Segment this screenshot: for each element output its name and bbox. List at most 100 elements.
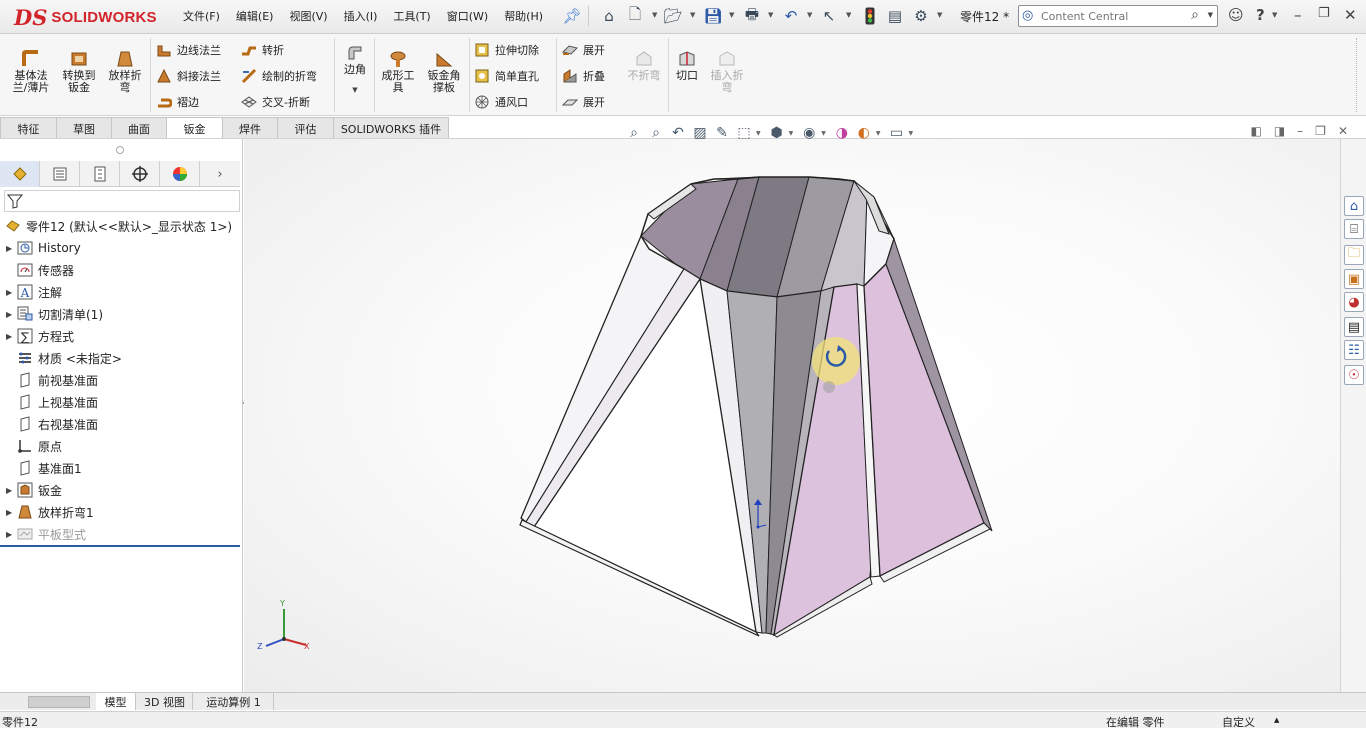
chevron-down-icon[interactable]: ▼ <box>876 130 881 137</box>
chevron-down-icon[interactable]: ▼ <box>652 11 657 19</box>
3d-content-central-icon[interactable]: ☉ <box>1344 365 1364 385</box>
pane-grip[interactable] <box>116 146 124 154</box>
tree-item-sensors[interactable]: 传感器 <box>0 259 74 281</box>
tree-item-annotations[interactable]: ▶ A 注解 <box>0 281 62 303</box>
forum-icon[interactable]: ☷ <box>1344 340 1364 360</box>
close-icon[interactable]: ✕ <box>1338 124 1348 138</box>
tree-item-sheet-metal[interactable]: ▶ 钣金 <box>0 479 62 501</box>
rip-button[interactable]: 切口 <box>672 48 702 82</box>
next-tile-icon[interactable]: ◨ <box>1274 124 1285 138</box>
expand-arrow-icon[interactable]: ▶ <box>6 486 16 495</box>
restore-icon[interactable]: ❐ <box>1318 6 1330 21</box>
sheet-metal-gusset-button[interactable]: 钣金角 撑板 <box>422 48 466 94</box>
custom-properties-icon[interactable]: ▤ <box>1344 317 1364 337</box>
graphics-area[interactable]: Y X Z <box>244 139 1340 692</box>
tab-solidworks-addins[interactable]: SOLIDWORKS 插件 <box>333 117 449 139</box>
search-box[interactable]: ◎ ⌕ ▼ <box>1018 5 1218 27</box>
rebuild-traffic-light-icon[interactable] <box>861 7 879 25</box>
hide-show-items-icon[interactable]: ◉ <box>799 123 819 143</box>
print-icon[interactable]: 🖶︎ <box>743 5 761 25</box>
miter-flange-button[interactable]: 斜接法兰 <box>155 67 221 85</box>
view-palette-icon[interactable]: ▣ <box>1344 269 1364 289</box>
forming-tool-button[interactable]: 成形工 具 <box>378 48 418 94</box>
tab-model[interactable]: 模型 <box>96 693 136 710</box>
lofted-bend-button[interactable]: 放样折 弯 <box>104 48 146 94</box>
tree-filter[interactable] <box>4 190 240 212</box>
solidworks-logo[interactable]: DS SOLIDWORKS <box>14 5 157 29</box>
user-icon[interactable]: ☺ <box>1228 6 1244 24</box>
menu-edit[interactable]: 编辑(E) <box>228 8 282 24</box>
expand-arrow-icon[interactable]: ▶ <box>6 244 16 253</box>
minimize-icon[interactable]: – <box>1297 124 1303 138</box>
expand-arrow-icon[interactable]: ▶ <box>6 530 16 539</box>
tree-item-material[interactable]: 材质 <未指定> <box>0 347 122 369</box>
menu-tools[interactable]: 工具(T) <box>385 8 438 24</box>
rollback-bar[interactable] <box>0 545 240 547</box>
help-icon[interactable]: ? <box>1256 6 1265 24</box>
resources-home-icon[interactable]: ⌂ <box>1344 196 1364 216</box>
expand-arrow-icon[interactable]: ▶ <box>6 332 16 341</box>
vent-button[interactable]: 通风口 <box>473 93 528 111</box>
tree-item-cut-list[interactable]: ▶ 切割清单(1) <box>0 303 103 325</box>
tab-features[interactable]: 特征 <box>0 117 57 139</box>
close-icon[interactable]: ✕ <box>1344 6 1357 24</box>
options-gear-icon[interactable]: ⚙ <box>912 7 930 25</box>
simple-hole-button[interactable]: 简单直孔 <box>473 67 539 85</box>
zoom-to-fit-icon[interactable]: ⌕ <box>624 123 644 143</box>
appearances-icon[interactable]: ◕ <box>1344 292 1364 312</box>
zoom-to-area-icon[interactable]: ⌕ <box>646 123 666 143</box>
fold-button[interactable]: 折叠 <box>561 67 605 85</box>
chevron-down-icon[interactable]: ▼ <box>690 11 695 19</box>
apply-scene-icon[interactable]: ◐ <box>854 123 874 143</box>
chevron-right-icon[interactable]: › <box>200 161 240 187</box>
base-flange-button[interactable]: 基体法 兰/薄片 <box>8 48 54 94</box>
tab-motion-study[interactable]: 运动算例 1 <box>194 693 274 710</box>
undo-icon[interactable]: ↶ <box>782 7 800 25</box>
lofted-sheet-metal-part[interactable] <box>519 176 993 638</box>
edge-flange-button[interactable]: 边线法兰 <box>155 41 221 59</box>
chevron-down-icon[interactable]: ▼ <box>937 11 942 19</box>
chevron-down-icon[interactable]: ▼ <box>768 11 773 19</box>
extruded-cut-button[interactable]: 拉伸切除 <box>473 41 539 59</box>
tree-item-right-plane[interactable]: 右视基准面 <box>0 413 98 435</box>
model-view[interactable] <box>244 139 1340 692</box>
tree-item-history[interactable]: ▶ History <box>0 237 81 259</box>
menu-window[interactable]: 窗口(W) <box>439 8 496 24</box>
file-properties-icon[interactable]: ▤ <box>886 7 904 25</box>
menu-view[interactable]: 视图(V) <box>281 8 335 24</box>
minimize-icon[interactable]: – <box>1294 6 1302 24</box>
chevron-down-icon[interactable]: ▼ <box>789 130 794 137</box>
menu-file[interactable]: 文件(F) <box>175 8 228 24</box>
tree-item-flat-pattern[interactable]: ▶ 平板型式 <box>0 523 86 545</box>
file-explorer-icon[interactable]: 🗀︎ <box>1344 245 1364 265</box>
view-orientation-icon[interactable]: ⬚ <box>734 123 754 143</box>
chevron-down-icon[interactable]: ▼ <box>1208 11 1213 19</box>
home-icon[interactable]: ⌂ <box>600 7 618 25</box>
tree-item-lofted-bend1[interactable]: ▶ 放样折弯1 <box>0 501 94 523</box>
expand-arrow-icon[interactable]: ▶ <box>6 508 16 517</box>
tree-item-plane1[interactable]: 基准面1 <box>0 457 82 479</box>
tab-3d-views[interactable]: 3D 视图 <box>137 693 193 710</box>
no-bends-button[interactable]: 不折弯 <box>622 48 666 82</box>
section-view-icon[interactable]: ▨ <box>690 123 710 143</box>
display-style-icon[interactable]: ⬢ <box>767 123 787 143</box>
sketched-bend-button[interactable]: 绘制的折弯 <box>240 67 317 85</box>
tree-item-equations[interactable]: ▶ ∑ 方程式 <box>0 325 74 347</box>
chevron-up-icon[interactable]: ▲ <box>1274 716 1279 724</box>
chevron-down-icon[interactable]: ▼ <box>846 11 851 19</box>
configuration-manager-tab[interactable] <box>80 161 120 187</box>
chevron-down-icon[interactable]: ▼ <box>807 11 812 19</box>
save-icon[interactable]: 💾︎ <box>703 7 722 25</box>
tab-scroll-buttons[interactable] <box>28 696 90 708</box>
tab-sheet-metal[interactable]: 钣金 <box>166 117 223 139</box>
previous-view-icon[interactable]: ↶ <box>668 123 688 143</box>
dimxpert-manager-tab[interactable] <box>120 161 160 187</box>
feature-manager-tab[interactable] <box>0 161 40 187</box>
flatten-button[interactable]: 展开 <box>561 93 605 111</box>
new-document-icon[interactable]: 🗋︎ <box>626 5 644 25</box>
expand-arrow-icon[interactable]: ▶ <box>6 310 16 319</box>
tree-root-part[interactable]: 零件12 (默认<<默认>_显示状态 1>) <box>0 215 232 237</box>
tab-surfaces[interactable]: 曲面 <box>111 117 167 139</box>
chevron-down-icon[interactable]: ▼ <box>821 130 826 137</box>
tree-item-origin[interactable]: 原点 <box>0 435 62 457</box>
